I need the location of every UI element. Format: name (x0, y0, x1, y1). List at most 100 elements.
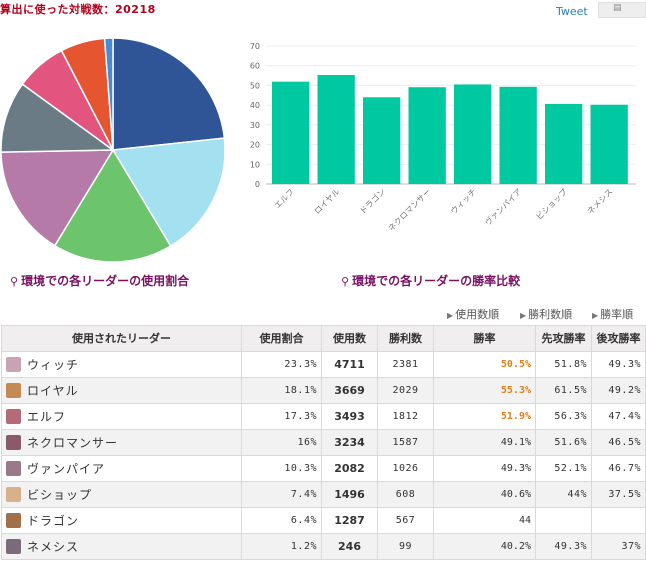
uses-cell: 4711 (321, 351, 378, 378)
rate-cell: 51.9% (433, 403, 536, 430)
leader-cell: ドラゴン (1, 507, 242, 534)
second-rate-cell: 47.4% (591, 403, 646, 430)
battle-count-title: 算出に使った対戦数：20218 (0, 3, 156, 16)
leader-cell: ウィッチ (1, 351, 242, 378)
leader-name: エルフ (27, 410, 67, 424)
uses-cell: 2082 (321, 455, 378, 482)
pie-slice-0 (112, 37, 226, 151)
col-header-wins[interactable]: 勝利数 (377, 325, 434, 352)
leader-name: ウィッチ (27, 358, 80, 372)
y-tick-label: 60 (250, 62, 260, 71)
first-rate-cell (535, 507, 592, 534)
col-header-rate[interactable]: 勝率 (433, 325, 536, 352)
col-header-uses[interactable]: 使用数 (321, 325, 378, 352)
table-row: ドラゴン 6.4% 1287 567 44 (1, 507, 646, 534)
bar-2 (363, 97, 401, 184)
share-cell: 18.1% (241, 377, 322, 404)
first-rate-cell: 44% (535, 481, 592, 508)
x-tick-label: ビショップ (534, 187, 569, 222)
bar-7 (590, 104, 628, 184)
second-rate-cell: 49.2% (591, 377, 646, 404)
bar-0 (272, 81, 310, 184)
leader-cell: ロイヤル (1, 377, 242, 404)
table-row: エルフ 17.3% 3493 1812 51.9% 56.3% 47.4% (1, 403, 646, 430)
leader-name: ネメシス (27, 540, 80, 554)
share-button[interactable]: ▤ (598, 2, 646, 18)
leader-avatar (6, 357, 21, 372)
first-rate-cell: 61.5% (535, 377, 592, 404)
share-cell: 16% (241, 429, 322, 456)
uses-cell: 3493 (321, 403, 378, 430)
sort-by-uses-link[interactable]: ▶ 使用数順 (447, 306, 499, 322)
wins-cell: 1587 (377, 429, 434, 456)
x-tick-label: ドラゴン (357, 186, 387, 216)
leader-stats-table: 使用されたリーダー 使用割合 使用数 勝利数 勝率 先攻勝率 後攻勝率 ウィッチ… (1, 325, 646, 560)
x-tick-label: ウィッチ (449, 187, 478, 216)
x-tick-label: ロイヤル (313, 187, 342, 216)
tweet-link[interactable]: Tweet (556, 5, 588, 18)
sort-by-wins-link[interactable]: ▶ 勝利数順 (520, 306, 572, 322)
col-header-leader[interactable]: 使用されたリーダー (1, 325, 242, 352)
bar-3 (408, 87, 446, 184)
first-rate-cell: 49.3% (535, 533, 592, 560)
leader-name: ドラゴン (27, 514, 80, 528)
wins-cell: 608 (377, 481, 434, 508)
share-icon: ▤ (613, 3, 622, 13)
leader-avatar (6, 383, 21, 398)
first-rate-cell: 51.6% (535, 429, 592, 456)
share-cell: 1.2% (241, 533, 322, 560)
rate-cell: 44 (433, 507, 536, 534)
wins-cell: 2029 (377, 377, 434, 404)
rate-cell: 49.3% (433, 455, 536, 482)
table-row: ウィッチ 23.3% 4711 2381 50.5% 51.8% 49.3% (1, 351, 646, 378)
y-tick-label: 50 (250, 81, 260, 90)
table-row: ヴァンパイア 10.3% 2082 1026 49.3% 52.1% 46.7% (1, 455, 646, 482)
table-row: ロイヤル 18.1% 3669 2029 55.3% 61.5% 49.2% (1, 377, 646, 404)
first-rate-cell: 56.3% (535, 403, 592, 430)
leader-avatar (6, 435, 21, 450)
col-header-share[interactable]: 使用割合 (241, 325, 322, 352)
rate-cell: 50.5% (433, 351, 536, 378)
winrate-bar-chart: 0 10 20 30 40 50 60 70 エルフ ロイヤル ドラゴン ネクロマンサー ウィッチ ヴァン… (250, 42, 636, 233)
leader-avatar (6, 513, 21, 528)
share-cell: 7.4% (241, 481, 322, 508)
x-tick-label: ネメシス (586, 187, 615, 216)
leader-cell: ネクロマンサー (1, 429, 242, 456)
table-row: ネメシス 1.2% 246 99 40.2% 49.3% 37% (1, 533, 646, 560)
bar-4 (454, 84, 492, 184)
col-header-first-rate[interactable]: 先攻勝率 (535, 325, 592, 352)
wins-cell: 2381 (377, 351, 434, 378)
col-header-second-rate[interactable]: 後攻勝率 (591, 325, 646, 352)
table-row: ビショップ 7.4% 1496 608 40.6% 44% 37.5% (1, 481, 646, 508)
share-cell: 6.4% (241, 507, 322, 534)
usage-pie-chart (0, 37, 226, 263)
second-rate-cell: 46.7% (591, 455, 646, 482)
wins-cell: 1812 (377, 403, 434, 430)
pin-icon: ⚲ (10, 275, 19, 288)
pie-caption: ⚲ 環境での各リーダーの使用割合 (10, 274, 190, 288)
second-rate-cell: 37% (591, 533, 646, 560)
second-rate-cell (591, 507, 646, 534)
leader-avatar (6, 487, 21, 502)
y-tick-label: 0 (255, 180, 260, 189)
share-cell: 23.3% (241, 351, 322, 378)
leader-name: ネクロマンサー (27, 436, 119, 450)
rate-cell: 40.2% (433, 533, 536, 560)
sort-by-rate-link[interactable]: ▶ 勝率順 (592, 306, 633, 322)
x-tick-label: ネクロマンサー (387, 187, 433, 233)
leader-avatar (6, 539, 21, 554)
share-cell: 17.3% (241, 403, 322, 430)
pin-icon: ⚲ (341, 275, 350, 288)
y-tick-label: 30 (250, 121, 260, 130)
y-tick-label: 70 (250, 42, 260, 51)
wins-cell: 567 (377, 507, 434, 534)
rate-cell: 55.3% (433, 377, 536, 404)
uses-cell: 246 (321, 533, 378, 560)
uses-cell: 1496 (321, 481, 378, 508)
leader-avatar (6, 461, 21, 476)
bar-1 (317, 74, 355, 184)
bar-6 (545, 103, 583, 184)
second-rate-cell: 46.5% (591, 429, 646, 456)
leader-name: ロイヤル (27, 384, 79, 398)
leader-cell: ネメシス (1, 533, 242, 560)
